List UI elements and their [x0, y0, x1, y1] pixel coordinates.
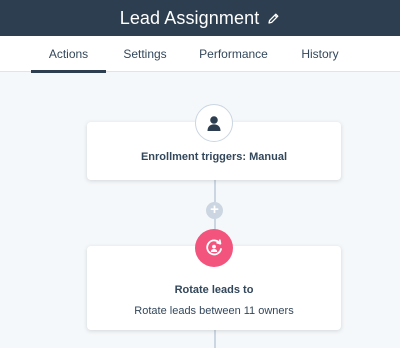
tab-performance[interactable]: Performance	[195, 36, 272, 72]
workflow-canvas: + Enrollment triggers: Manual Rotate lea…	[0, 72, 400, 348]
tab-bar: Actions Settings Performance History	[0, 36, 400, 73]
tab-actions[interactable]: Actions	[31, 36, 106, 73]
page-title: Lead Assignment	[119, 7, 260, 28]
connector-line	[214, 330, 216, 348]
tab-settings[interactable]: Settings	[117, 36, 173, 72]
user-icon	[195, 104, 233, 142]
pencil-icon[interactable]	[267, 12, 280, 25]
tab-history[interactable]: History	[296, 36, 344, 72]
connector-line	[214, 180, 216, 202]
rotate-icon	[195, 229, 233, 267]
trigger-title: Enrollment triggers: Manual	[140, 151, 288, 163]
action-subtitle: Rotate leads between 11 owners	[134, 305, 294, 317]
action-title: Rotate leads to	[174, 284, 254, 296]
title-bar: Lead Assignment	[0, 0, 400, 36]
plus-icon[interactable]: +	[206, 202, 223, 219]
